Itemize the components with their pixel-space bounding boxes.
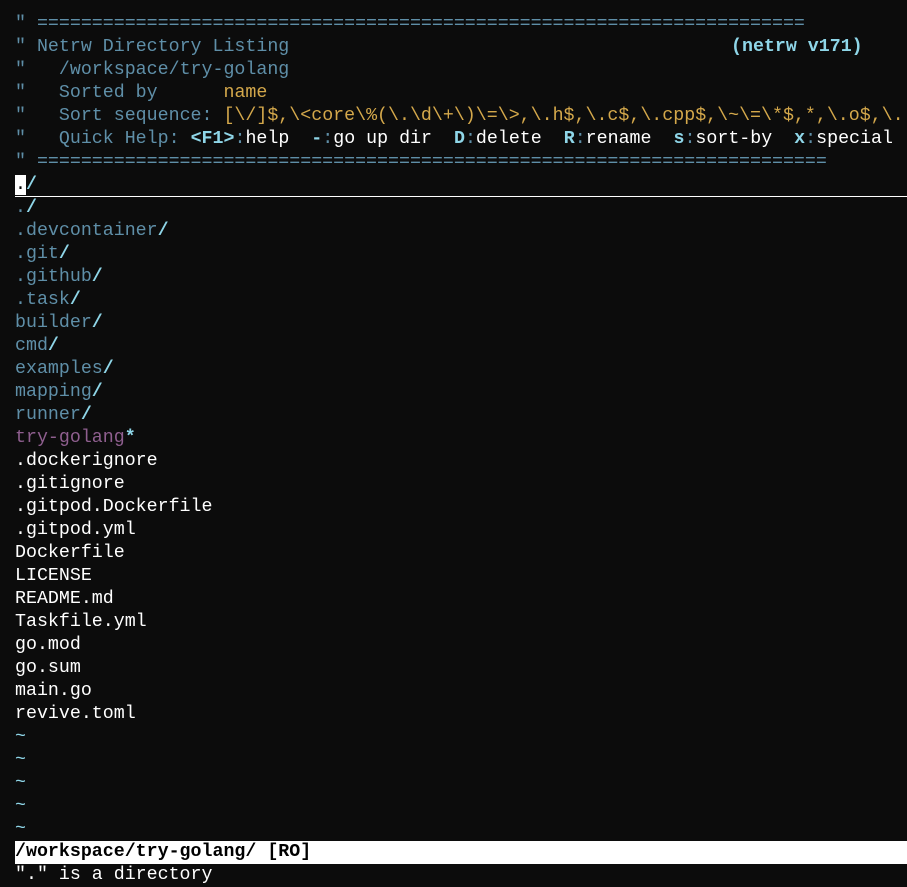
executable-marker: * <box>124 428 136 448</box>
help-colon: : <box>684 129 696 149</box>
list-item-directory[interactable]: .github/ <box>15 266 103 289</box>
help-colon: : <box>322 129 334 149</box>
directory-name: builder <box>15 313 92 333</box>
banner-quote: " <box>15 37 37 57</box>
help-colon: : <box>805 129 817 149</box>
list-item-file[interactable]: go.sum <box>15 657 81 680</box>
list-item-file[interactable]: revive.toml <box>15 703 136 726</box>
dir-slash: / <box>80 405 92 425</box>
help-key-f1: <F1> <box>190 129 235 149</box>
dir-slash: / <box>102 359 114 379</box>
empty-line-tilde: ~ <box>15 819 26 839</box>
dir-slash: / <box>25 175 37 195</box>
list-item-directory[interactable]: builder/ <box>15 312 103 335</box>
help-action-delete: delete <box>475 129 542 149</box>
help-colon: : <box>464 129 476 149</box>
list-item-file[interactable]: .gitignore <box>15 473 125 496</box>
banner-quick-help-line: " Quick Help: <F1>:help -:go up dir D:de… <box>15 128 893 151</box>
help-colon: : <box>234 129 246 149</box>
directory-name: mapping <box>15 382 92 402</box>
directory-name: runner <box>15 405 81 425</box>
banner-quote: " <box>15 129 59 149</box>
dir-slash: / <box>91 267 103 287</box>
sort-sequence-label: Sort sequence: <box>58 106 213 126</box>
sorted-by-value: name <box>223 83 268 103</box>
help-key-special: x <box>794 129 806 149</box>
help-key-rename: R <box>563 129 575 149</box>
list-item-directory[interactable]: cmd/ <box>15 335 59 358</box>
list-item-file[interactable]: .dockerignore <box>15 450 158 473</box>
banner-path: /workspace/try-golang <box>58 60 290 80</box>
directory-name: .task <box>15 290 70 310</box>
list-item-file[interactable]: .gitpod.Dockerfile <box>15 496 212 519</box>
dir-slash: / <box>91 382 103 402</box>
banner-title-line: " Netrw Directory Listing <box>15 36 289 59</box>
empty-line-tilde: ~ <box>15 750 26 770</box>
banner-sort-sequence-line: " Sort sequence: [\/]$,\<core\%(\.\d\+\)… <box>15 105 904 128</box>
list-item-directory[interactable]: ./ <box>15 197 37 220</box>
list-item-file[interactable]: main.go <box>15 680 92 703</box>
dir-slash: / <box>47 336 59 356</box>
help-key-sort: s <box>673 129 685 149</box>
dir-slash: / <box>91 313 103 333</box>
dir-slash: / <box>25 198 37 218</box>
netrw-version: (netrw v171) <box>731 37 863 57</box>
help-colon: : <box>574 129 586 149</box>
sorted-by-label: Sorted by <box>58 83 158 103</box>
dir-slash: / <box>157 221 169 241</box>
directory-name: examples <box>15 359 103 379</box>
directory-name: . <box>15 198 26 218</box>
executable-name: try-golang <box>15 428 125 448</box>
banner-quote: " <box>15 60 59 80</box>
cursorline-underline <box>15 196 907 197</box>
netrw-window: " ======================================… <box>0 0 907 887</box>
help-key-delete: D <box>453 129 465 149</box>
list-item-directory[interactable]: .task/ <box>15 289 81 312</box>
list-item-file[interactable]: README.md <box>15 588 114 611</box>
list-item-file[interactable]: Taskfile.yml <box>15 611 147 634</box>
empty-line-tilde: ~ <box>15 796 26 816</box>
help-action-up: go up dir <box>333 129 432 149</box>
list-item-file[interactable]: Dockerfile <box>15 542 125 565</box>
list-item-file[interactable]: go.mod <box>15 634 81 657</box>
list-item-executable[interactable]: try-golang* <box>15 427 136 450</box>
banner-separator-bottom: " ======================================… <box>15 152 827 172</box>
banner-path-line: " /workspace/try-golang <box>15 59 289 82</box>
list-item-directory[interactable]: .git/ <box>15 243 70 266</box>
list-item-directory[interactable]: examples/ <box>15 358 114 381</box>
banner-quote: " <box>15 83 59 103</box>
directory-name: cmd <box>15 336 48 356</box>
dir-slash: / <box>58 244 70 264</box>
empty-line-tilde: ~ <box>15 727 26 747</box>
banner-sorted-line: " Sorted by name <box>15 82 267 105</box>
help-action-rename: rename <box>585 129 652 149</box>
text-cursor: . <box>15 175 26 195</box>
directory-name: .devcontainer <box>15 221 158 241</box>
dir-slash: / <box>69 290 81 310</box>
directory-name: .github <box>15 267 92 287</box>
empty-line-tilde: ~ <box>15 773 26 793</box>
cursor-line-entry[interactable]: ./ <box>15 174 37 197</box>
quick-help-label: Quick Help: <box>58 129 180 149</box>
statusline: /workspace/try-golang/ [RO] <box>15 841 907 864</box>
list-item-directory[interactable]: runner/ <box>15 404 92 427</box>
banner-separator-top: " ======================================… <box>15 14 805 34</box>
help-key-up: - <box>311 129 323 149</box>
list-item-file[interactable]: LICENSE <box>15 565 92 588</box>
command-line-message[interactable]: "." is a directory <box>15 864 212 887</box>
sort-sequence-value: [\/]$,\<core\%(\.\d\+\)\=\>,\.h$,\.c$,\.… <box>212 106 904 126</box>
list-item-file[interactable]: .gitpod.yml <box>15 519 136 542</box>
list-item-directory[interactable]: .devcontainer/ <box>15 220 169 243</box>
help-action-help: help <box>245 129 290 149</box>
banner-title: Netrw Directory Listing <box>36 37 290 57</box>
list-item-directory[interactable]: mapping/ <box>15 381 103 404</box>
help-action-special: special <box>816 129 893 149</box>
help-action-sort: sort-by <box>695 129 773 149</box>
directory-name: .git <box>15 244 59 264</box>
banner-quote: " <box>15 106 59 126</box>
